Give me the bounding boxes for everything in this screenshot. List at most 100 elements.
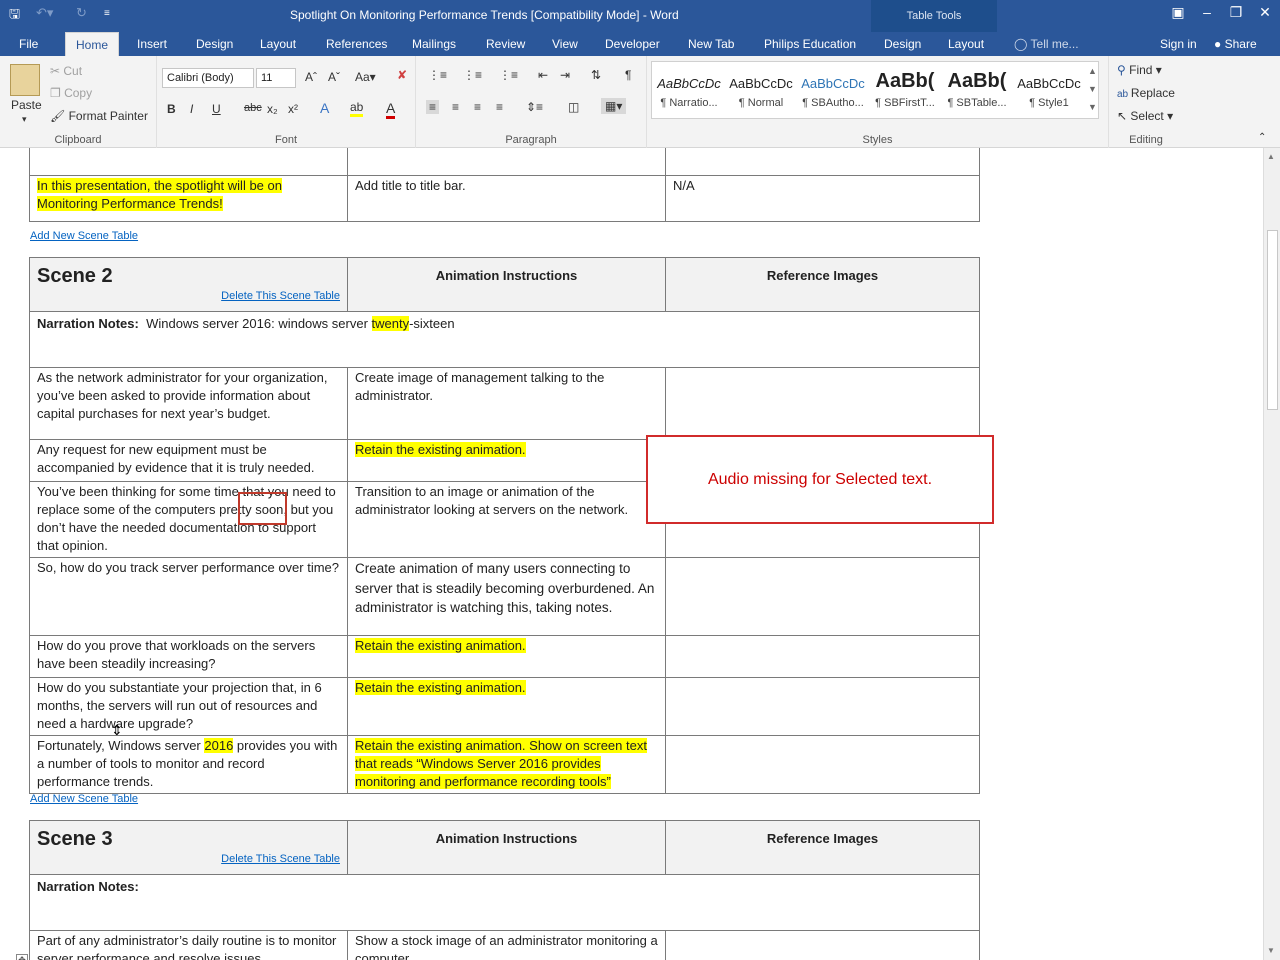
style-sbfirsttitle[interactable]: AaBb(¶ SBFirstT...	[869, 64, 941, 118]
tab-design[interactable]: Design	[196, 37, 233, 51]
style-sbauthor[interactable]: AaBbCcDc ¶ SBAutho...	[797, 64, 869, 118]
delete-scene-link[interactable]: Delete This Scene Table	[37, 852, 340, 866]
narration-cell[interactable]: As the network administrator for your or…	[29, 367, 348, 440]
narration-cell[interactable]: How do you prove that workloads on the s…	[29, 635, 348, 678]
reference-cell[interactable]	[665, 677, 980, 736]
align-left-icon[interactable]: ≡	[426, 100, 440, 114]
vertical-scrollbar[interactable]: ▲ ▼	[1263, 148, 1280, 960]
redo-icon[interactable]: ↻	[76, 5, 87, 21]
animation-cell[interactable]: Retain the existing animation.	[347, 635, 666, 678]
undo-icon[interactable]: ↶▾	[36, 5, 53, 21]
style-sbtable[interactable]: AaBb(¶ SBTable...	[941, 64, 1013, 118]
numbering-icon[interactable]: ⋮≡	[463, 68, 482, 82]
tell-me-search[interactable]: ◯ Tell me...	[1014, 37, 1079, 51]
narration-cell[interactable]: In this presentation, the spotlight will…	[29, 175, 348, 222]
bold-button[interactable]: B	[167, 102, 176, 116]
reference-cell[interactable]	[665, 367, 980, 440]
reference-cell[interactable]	[665, 735, 980, 794]
scene-title-cell[interactable]: Scene 3 Delete This Scene Table	[29, 820, 348, 875]
tab-layout[interactable]: Layout	[260, 37, 296, 51]
tab-table-design[interactable]: Design	[884, 37, 921, 51]
tab-file[interactable]: File	[19, 37, 38, 51]
narration-notes-cell[interactable]: Narration Notes:	[29, 874, 980, 931]
copy-button[interactable]: ❐ Copy	[50, 86, 92, 100]
strikethrough-button[interactable]: abc	[244, 102, 262, 114]
styles-scroll-up-icon[interactable]: ▲	[1088, 66, 1097, 76]
style-style1[interactable]: AaBbCcDc ¶ Style1	[1013, 64, 1085, 118]
line-spacing-icon[interactable]: ⇕≡	[526, 100, 543, 114]
reference-cell[interactable]: N/A	[665, 175, 980, 222]
narration-cell[interactable]: So, how do you track server performance …	[29, 557, 348, 636]
animation-cell[interactable]: Create image of management talking to th…	[347, 367, 666, 440]
add-scene-link[interactable]: Add New Scene Table	[30, 793, 138, 805]
borders-icon[interactable]: ▦▾	[601, 98, 627, 114]
superscript-button[interactable]: x²	[288, 102, 298, 116]
grow-font-icon[interactable]: Aˆ	[305, 70, 317, 84]
close-icon[interactable]: ✕	[1251, 4, 1279, 21]
tab-review[interactable]: Review	[486, 37, 525, 51]
animation-cell[interactable]: Show a stock image of an administrator m…	[347, 930, 666, 960]
table-cell[interactable]	[29, 148, 348, 176]
narration-cell[interactable]: Fortunately, Windows server 2016 provide…	[29, 735, 348, 794]
align-center-icon[interactable]: ≡	[452, 100, 459, 114]
share-button[interactable]: ● Share	[1214, 37, 1257, 51]
increase-indent-icon[interactable]: ⇥	[560, 68, 570, 82]
style-narration[interactable]: AaBbCcDc ¶ Narratio...	[653, 64, 725, 118]
show-marks-icon[interactable]: ¶	[625, 68, 631, 82]
styles-scroll-down-icon[interactable]: ▼	[1088, 84, 1097, 94]
narration-cell[interactable]: You’ve been thinking for some time that …	[29, 481, 348, 558]
scrollbar-thumb[interactable]	[1267, 230, 1278, 410]
align-right-icon[interactable]: ≡	[474, 100, 481, 114]
bullets-icon[interactable]: ⋮≡	[428, 68, 447, 82]
animation-cell[interactable]: Add title to title bar.	[347, 175, 666, 222]
tab-new-tab[interactable]: New Tab	[688, 37, 734, 51]
font-color-icon[interactable]: A	[386, 100, 396, 119]
scroll-up-icon[interactable]: ▲	[1267, 152, 1275, 161]
animation-cell[interactable]: Retain the existing animation. Show on s…	[347, 735, 666, 794]
collapse-ribbon-icon[interactable]: ⌃	[1258, 132, 1266, 143]
cut-button[interactable]: ✂ Cut	[50, 64, 82, 78]
table-cell[interactable]	[665, 148, 980, 176]
decrease-indent-icon[interactable]: ⇤	[538, 68, 548, 82]
animation-cell[interactable]: Create animation of many users connectin…	[347, 557, 666, 636]
save-icon[interactable]: 🖫	[9, 5, 20, 27]
highlight-icon[interactable]: ab	[350, 100, 364, 117]
shrink-font-icon[interactable]: Aˇ	[328, 70, 340, 84]
reference-cell[interactable]	[665, 930, 980, 960]
delete-scene-link[interactable]: Delete This Scene Table	[37, 289, 340, 303]
tab-developer[interactable]: Developer	[605, 37, 660, 51]
table-move-handle-icon[interactable]: ✥	[16, 954, 28, 960]
underline-button[interactable]: U	[212, 102, 221, 116]
tab-home[interactable]: Home	[65, 32, 120, 56]
styles-more-icon[interactable]: ▼	[1088, 102, 1097, 112]
font-size-combo[interactable]: 11	[256, 68, 296, 88]
add-scene-link[interactable]: Add New Scene Table	[30, 230, 138, 242]
tab-philips-education[interactable]: Philips Education	[764, 37, 856, 51]
clear-formatting-icon[interactable]: ✘	[397, 68, 407, 82]
style-normal[interactable]: AaBbCcDc ¶ Normal	[725, 64, 797, 118]
tab-mailings[interactable]: Mailings	[412, 37, 456, 51]
narration-cell[interactable]: How do you substantiate your projection …	[29, 677, 348, 736]
restore-icon[interactable]: ❐	[1222, 4, 1250, 21]
scroll-down-icon[interactable]: ▼	[1267, 946, 1275, 955]
paste-button[interactable]: Paste	[11, 98, 42, 112]
tab-insert[interactable]: Insert	[137, 37, 167, 51]
animation-cell[interactable]: Retain the existing animation.	[347, 439, 666, 482]
animation-cell[interactable]: Transition to an image or animation of t…	[347, 481, 666, 558]
subscript-button[interactable]: x₂	[267, 102, 278, 116]
reference-cell[interactable]	[665, 557, 980, 636]
format-painter-button[interactable]: 🖌 Format Painter	[50, 109, 148, 123]
narration-cell[interactable]: Any request for new equipment must be ac…	[29, 439, 348, 482]
tab-view[interactable]: View	[552, 37, 578, 51]
italic-button[interactable]: I	[190, 102, 193, 116]
tab-references[interactable]: References	[326, 37, 387, 51]
paste-icon[interactable]	[10, 64, 40, 96]
find-button[interactable]: ⚲ Find ▾	[1117, 63, 1162, 77]
sign-in-link[interactable]: Sign in	[1160, 37, 1197, 51]
table-cell[interactable]	[347, 148, 666, 176]
text-effects-icon[interactable]: A	[320, 100, 329, 116]
justify-icon[interactable]: ≡	[496, 100, 503, 114]
multilevel-list-icon[interactable]: ⋮≡	[499, 68, 518, 82]
replace-button[interactable]: ab Replace	[1117, 86, 1175, 100]
ribbon-display-icon[interactable]: ▣	[1164, 4, 1192, 21]
